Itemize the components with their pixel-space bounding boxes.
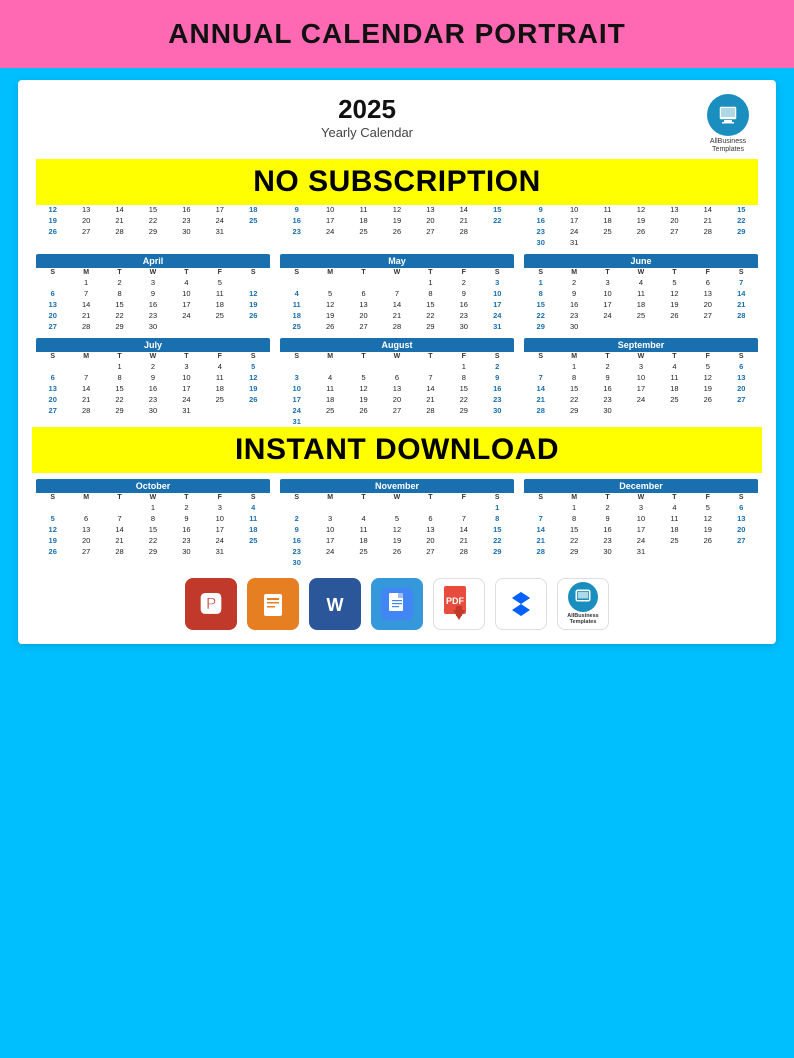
subtitle-label: Yearly Calendar (36, 125, 698, 140)
month-block-november: NovemberSMTWTFS1234567891011121314151617… (280, 479, 514, 568)
month-block-august: AugustSMTWTFS123456789101112131415161718… (280, 338, 514, 427)
pdf-icon: PDF (433, 578, 485, 630)
month-block-may: MaySMTWTFS123456789101112131415161718192… (280, 254, 514, 332)
svg-text:PDF: PDF (446, 596, 465, 606)
powerpoint-icon: 🅿 (185, 578, 237, 630)
month-header-may: May (280, 254, 514, 268)
allbusiness-templates-icon: AllBusinessTemplates (557, 578, 609, 630)
main-card: 2025 Yearly Calendar AllBusinessTemplate… (18, 80, 776, 644)
month-block-october: OctoberSMTWTFS12345678910111213141516171… (36, 479, 270, 568)
month-block-september: SeptemberSMTWTFS123456789101112131415161… (524, 338, 758, 427)
month-header-october: October (36, 479, 270, 493)
month-header-april: April (36, 254, 270, 268)
no-subscription-banner: NO SUBSCRIPTION (36, 159, 758, 205)
month-block-july: JulySMTWTFS12345678910111213141516171819… (36, 338, 270, 427)
dropbox-icon (495, 578, 547, 630)
month-block-june: JuneSMTWTFS12345678910111213141516171819… (524, 254, 758, 332)
word-icon: W (309, 578, 361, 630)
google-slides-icon (247, 578, 299, 630)
calendar-section: JanuarySMTWTFS12345678910111213141516171… (36, 159, 758, 568)
month-header-december: December (524, 479, 758, 493)
month-header-november: November (280, 479, 514, 493)
year-label: 2025 (36, 94, 698, 125)
svg-text:W: W (327, 595, 344, 615)
instant-download-banner: INSTANT DOWNLOAD (32, 427, 762, 473)
logo-icon (707, 94, 749, 136)
month-block-april: AprilSMTWTFS1234567891011121314151617181… (36, 254, 270, 332)
month-header-september: September (524, 338, 758, 352)
format-icons: 🅿 W (36, 568, 758, 634)
month-block-december: DecemberSMTWTFS1234567891011121314151617… (524, 479, 758, 568)
google-docs-icon (371, 578, 423, 630)
month-header-june: June (524, 254, 758, 268)
month-header-august: August (280, 338, 514, 352)
page-title: ANNUAL CALENDAR PORTRAIT (10, 18, 784, 50)
header-banner: ANNUAL CALENDAR PORTRAIT (0, 0, 794, 68)
logo-text: AllBusinessTemplates (698, 138, 758, 155)
month-header-july: July (36, 338, 270, 352)
